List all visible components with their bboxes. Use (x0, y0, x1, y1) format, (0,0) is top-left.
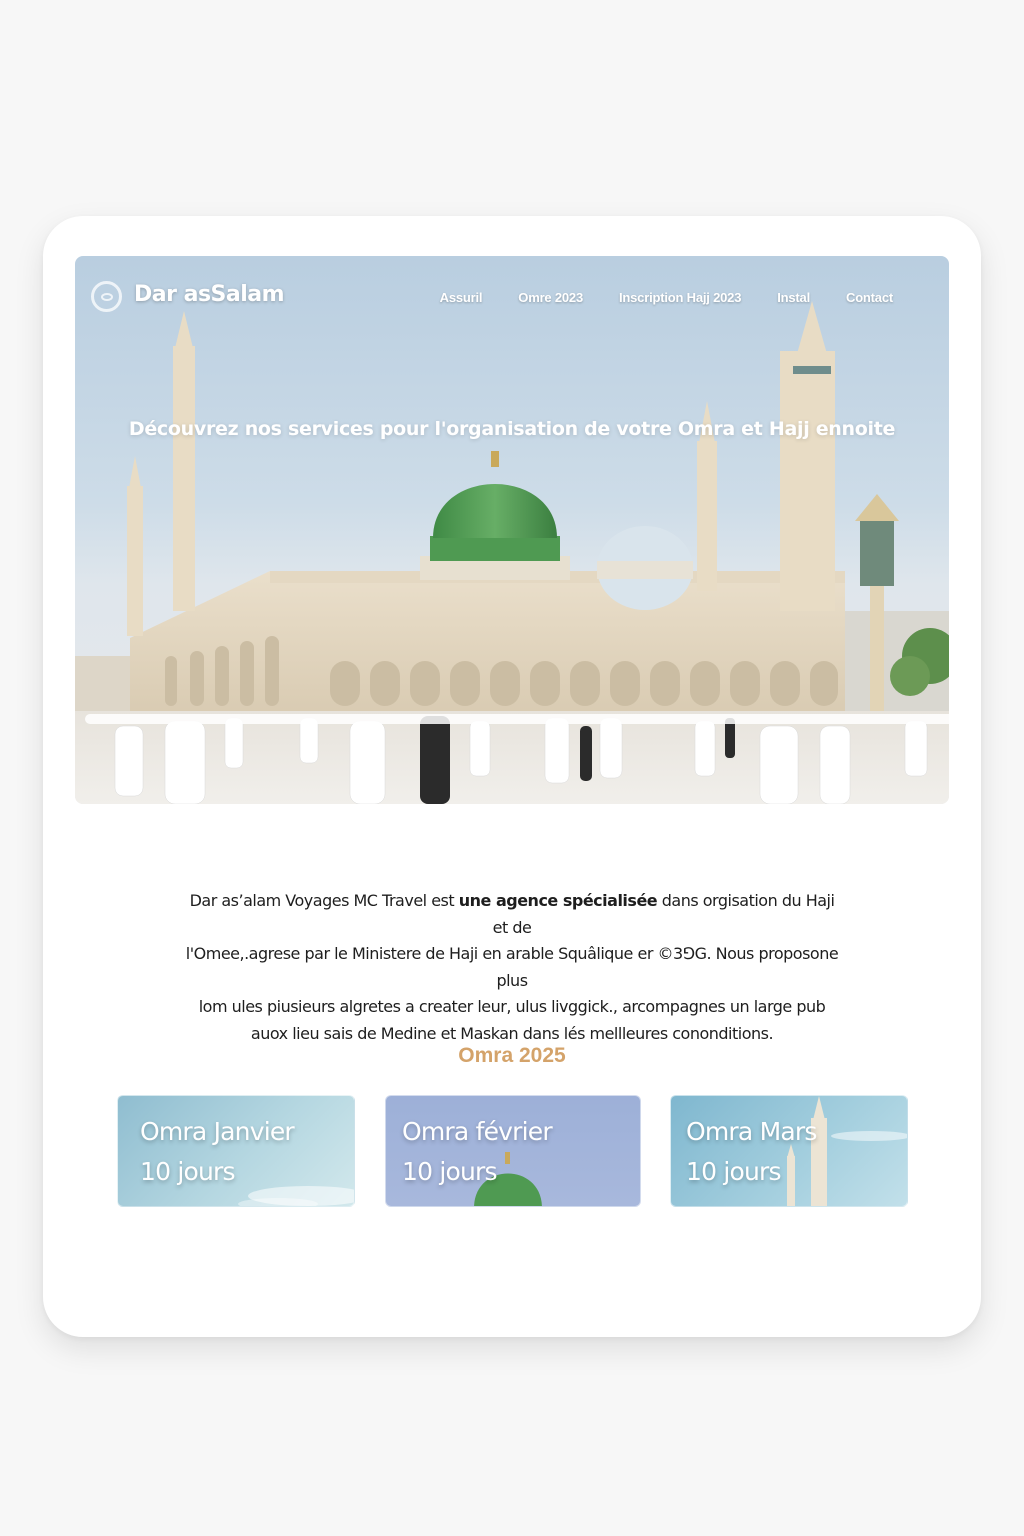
nav-item-assuril[interactable]: Assuril (440, 290, 483, 305)
intro-line1-b: une agence spécialisée (458, 891, 658, 910)
offer-label: Omra Mars 10 jours (686, 1112, 817, 1192)
intro-line2: l'Omee,.agrese par le Ministere de Haji … (185, 944, 839, 990)
nav-item-contact[interactable]: Contact (846, 290, 893, 305)
intro-line3: lom ules piusieurs algretes a creater le… (198, 997, 826, 1016)
offer-title: Omra Janvier (140, 1117, 295, 1146)
hero-banner: Dar asSalam Assuril Omre 2023 Inscriptio… (75, 256, 949, 804)
intro-paragraph: Dar as’alam Voyages MC Travel est une ag… (182, 888, 842, 1047)
nav-item-inscription-hajj[interactable]: Inscription Hajj 2023 (619, 290, 741, 305)
offer-title: Omra février (402, 1117, 553, 1146)
intro-line4: auox lieu sais de Medine et Maskan dans … (250, 1023, 774, 1043)
hero-headline: Découvrez nos services pour l'organisati… (128, 418, 896, 440)
offer-duration: 10 jours (140, 1157, 236, 1186)
offer-duration: 10 jours (402, 1157, 498, 1186)
offer-label: Omra février 10 jours (402, 1112, 553, 1192)
offer-card-fevrier[interactable]: Omra février 10 jours (385, 1095, 641, 1207)
logo-icon[interactable] (91, 281, 122, 312)
nav-menu: Assuril Omre 2023 Inscription Hajj 2023 … (440, 290, 894, 305)
nav-item-omre-2023[interactable]: Omre 2023 (518, 290, 583, 305)
nav-item-instal[interactable]: Instal (777, 290, 810, 305)
brand-name[interactable]: Dar asSalam (134, 282, 285, 307)
offer-label: Omra Janvier 10 jours (140, 1112, 295, 1192)
offer-card-janvier[interactable]: Omra Janvier 10 jours (117, 1095, 355, 1207)
top-navigation: Dar asSalam Assuril Omre 2023 Inscriptio… (75, 256, 949, 340)
section-title: Omra 2025 (458, 1044, 566, 1067)
offer-card-mars[interactable]: Omra Mars 10 jours (670, 1095, 908, 1207)
offer-title: Omra Mars (686, 1117, 817, 1146)
offer-duration: 10 jours (686, 1157, 782, 1186)
intro-line1-a: Dar as’alam Voyages MC Travel est (189, 891, 459, 910)
